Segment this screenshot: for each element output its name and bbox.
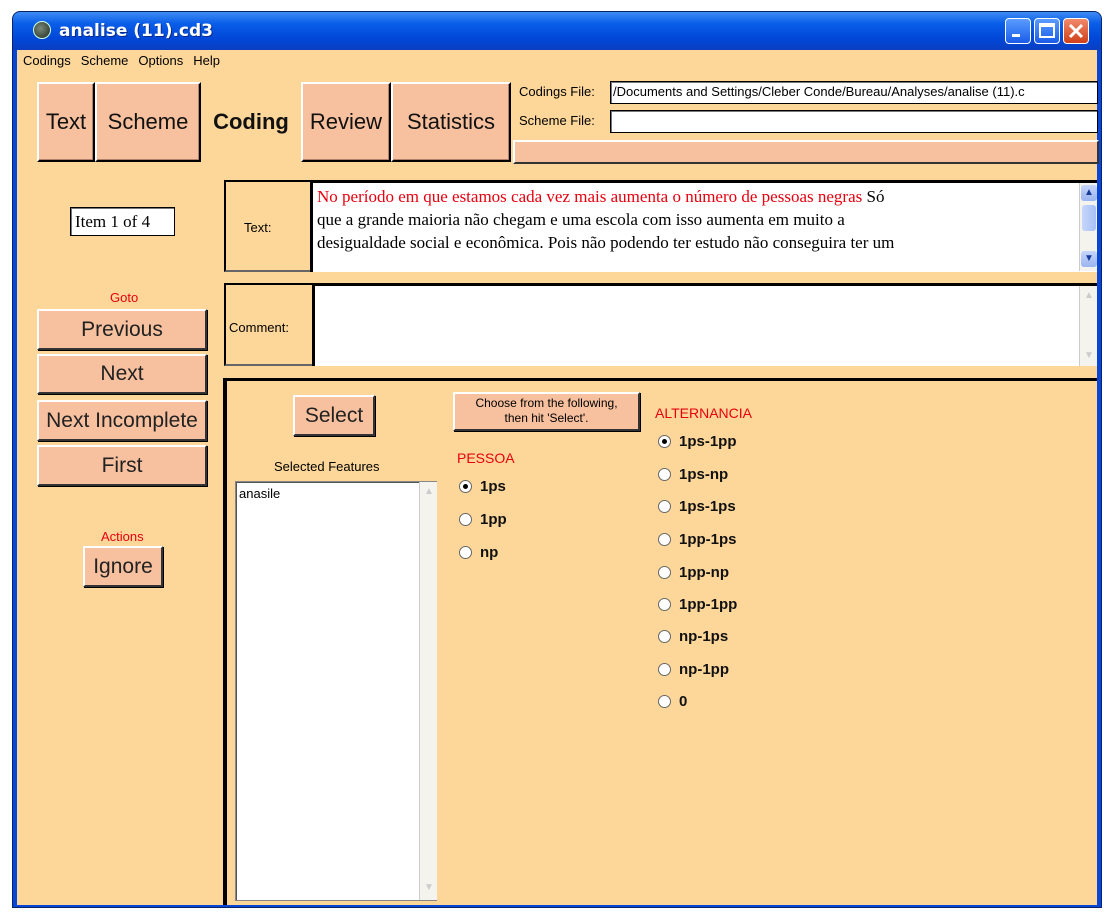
comment-scrollbar[interactable]: ▲ ▼ <box>1079 286 1097 366</box>
choose-instruction-button[interactable]: Choose from the following, then hit 'Sel… <box>453 392 640 431</box>
features-scroll-up-icon: ▲ <box>421 484 437 500</box>
codings-file-label: Codings File: <box>519 84 595 99</box>
maximize-icon <box>1039 23 1055 38</box>
tab-review[interactable]: Review <box>301 82 391 162</box>
comment-field[interactable] <box>312 283 1097 366</box>
tab-statistics[interactable]: Statistics <box>391 82 511 162</box>
alternancia-option[interactable]: np-1ps <box>658 628 728 645</box>
alternancia-option[interactable]: np-1pp <box>658 661 729 678</box>
choose-line1: Choose from the following, <box>475 396 618 410</box>
scroll-thumb[interactable] <box>1082 205 1096 231</box>
selected-features-label: Selected Features <box>274 459 380 474</box>
pessoa-option-1ps[interactable]: 1ps <box>459 478 506 495</box>
features-scroll-down-icon: ▼ <box>421 880 437 896</box>
next-incomplete-button[interactable]: Next Incomplete <box>37 400 207 441</box>
next-button[interactable]: Next <box>37 354 207 394</box>
close-icon <box>1068 23 1084 39</box>
scheme-file-field[interactable] <box>610 110 1098 133</box>
client-area: Codings Scheme Options Help Text Scheme Cod… <box>17 50 1099 905</box>
close-button[interactable] <box>1063 18 1089 44</box>
radio-icon[interactable] <box>658 566 671 579</box>
item-indicator: Item 1 of 4 <box>70 207 175 236</box>
radio-checked-icon[interactable] <box>658 435 671 448</box>
text-line2: que a grande maioria não chegam e uma es… <box>317 210 845 229</box>
maximize-button[interactable] <box>1034 18 1060 44</box>
radio-icon[interactable] <box>658 663 671 676</box>
title-bar[interactable]: analise (11).cd3 <box>13 12 1101 50</box>
select-button[interactable]: Select <box>293 395 375 436</box>
text-highlight: No período em que estamos cada vez mais … <box>317 187 863 206</box>
ignore-button[interactable]: Ignore <box>83 546 163 587</box>
codings-file-field[interactable]: /Documents and Settings/Cleber Conde/Bur… <box>610 81 1098 104</box>
radio-checked-icon[interactable] <box>459 480 472 493</box>
alternancia-option[interactable]: 1ps-1pp <box>658 433 737 450</box>
menu-bar: Codings Scheme Options Help <box>17 50 1097 72</box>
text-label: Text: <box>244 220 272 235</box>
scheme-file-label: Scheme File: <box>519 113 595 128</box>
menu-scheme[interactable]: Scheme <box>75 50 133 68</box>
alternancia-title: ALTERNANCIA <box>655 405 752 421</box>
text-display[interactable]: No período em que estamos cada vez mais … <box>310 180 1097 272</box>
radio-icon[interactable] <box>658 500 671 513</box>
radio-icon[interactable] <box>658 630 671 643</box>
tab-scheme[interactable]: Scheme <box>95 82 201 162</box>
radio-icon[interactable] <box>459 546 472 559</box>
alternancia-option[interactable]: 1ps-np <box>658 466 728 483</box>
radio-icon[interactable] <box>658 533 671 546</box>
features-scrollbar[interactable]: ▲ ▼ <box>419 482 437 900</box>
list-item[interactable]: anasile <box>239 486 433 501</box>
minimize-icon <box>1012 34 1020 37</box>
menu-codings[interactable]: Codings <box>17 50 75 68</box>
actions-label: Actions <box>101 529 144 544</box>
alternancia-option[interactable]: 0 <box>658 693 687 710</box>
scroll-up-disabled-icon: ▲ <box>1081 288 1097 304</box>
menu-options[interactable]: Options <box>132 50 187 68</box>
alternancia-option[interactable]: 1pp-1ps <box>658 531 737 548</box>
tab-text[interactable]: Text <box>37 82 95 162</box>
app-window: analise (11).cd3 Codings Scheme Options Hel… <box>0 0 1108 913</box>
radio-icon[interactable] <box>459 513 472 526</box>
status-bar-button[interactable] <box>513 140 1099 164</box>
minimize-button[interactable] <box>1005 18 1031 44</box>
choose-line2: then hit 'Select'. <box>504 411 589 425</box>
radio-icon[interactable] <box>658 468 671 481</box>
window-title: analise (11).cd3 <box>59 21 213 41</box>
tab-coding[interactable]: Coding <box>203 82 299 162</box>
menu-help[interactable]: Help <box>187 50 224 68</box>
scroll-down-disabled-icon: ▼ <box>1081 348 1097 364</box>
app-icon <box>33 21 51 39</box>
text-line1-rest: Só <box>862 187 885 206</box>
radio-icon[interactable] <box>658 695 671 708</box>
selected-features-list[interactable]: anasile <box>235 481 437 901</box>
pessoa-option-np[interactable]: np <box>459 544 498 561</box>
text-scrollbar[interactable]: ▲ ▼ <box>1079 183 1097 271</box>
alternancia-option[interactable]: 1pp-np <box>658 564 729 581</box>
goto-label: Goto <box>110 290 139 305</box>
text-line3: desigualdade social e econômica. Pois nã… <box>317 233 895 252</box>
previous-button[interactable]: Previous <box>37 309 207 350</box>
pessoa-option-1pp[interactable]: 1pp <box>459 511 507 528</box>
comment-label: Comment: <box>229 320 289 335</box>
alternancia-option[interactable]: 1pp-1pp <box>658 596 737 613</box>
scroll-up-icon[interactable]: ▲ <box>1081 185 1097 201</box>
pessoa-title: PESSOA <box>457 450 515 466</box>
scroll-down-icon[interactable]: ▼ <box>1081 251 1097 267</box>
radio-icon[interactable] <box>658 598 671 611</box>
window-frame: analise (11).cd3 Codings Scheme Options Hel… <box>12 11 1102 908</box>
first-button[interactable]: First <box>37 445 207 486</box>
alternancia-option[interactable]: 1ps-1ps <box>658 498 736 515</box>
